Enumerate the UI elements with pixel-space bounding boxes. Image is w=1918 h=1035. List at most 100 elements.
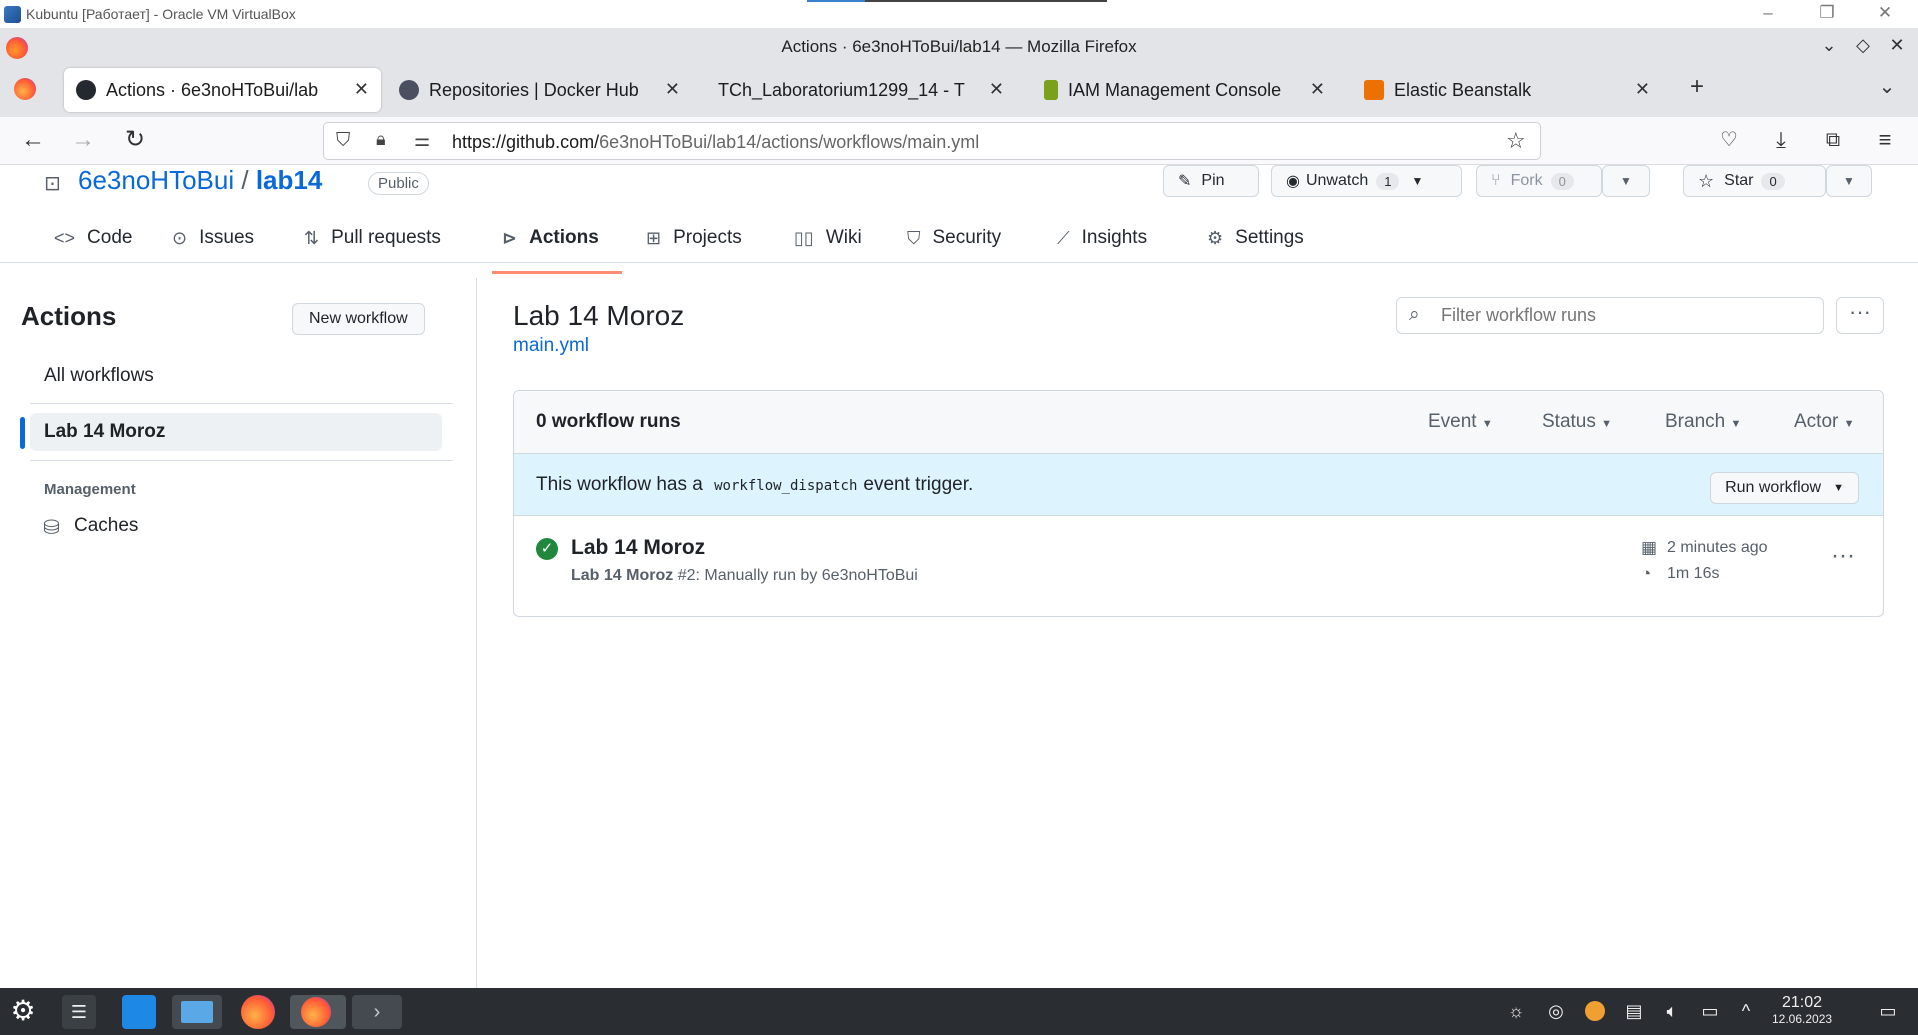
sidebar-item-caches[interactable]: Caches [74,515,138,537]
minimize-icon[interactable]: – [1756,3,1780,23]
close-tab-icon[interactable]: ✕ [989,79,1004,100]
filter-actor[interactable]: Actor ▼ [1794,411,1855,433]
workflow-file-link[interactable]: main.yml [513,335,589,357]
pocket-icon[interactable]: ♡ [1714,126,1744,156]
tray-expand-icon[interactable]: ^ [1736,1001,1756,1021]
tab-insights[interactable]: ⟋ Insights [1057,227,1147,249]
tab-elastic-beanstalk[interactable]: Elastic Beanstalk ✕ [1352,68,1662,112]
back-icon[interactable]: ← [18,126,48,156]
volume-icon[interactable]: 🔈︎ [1662,1001,1682,1021]
workflow-title: Lab 14 Moroz [513,300,685,331]
unwatch-button[interactable]: ◉ Unwatch 1 ▼ [1271,165,1462,197]
filter-input[interactable] [1441,305,1811,326]
close-icon[interactable]: ✕ [1885,35,1909,56]
repo-owner-link[interactable]: 6e3noHToBui [78,165,234,195]
network-icon[interactable]: ▭ [1700,1001,1720,1021]
close-tab-icon[interactable]: ✕ [1310,79,1325,100]
tab-pull-requests[interactable]: ⇅ Pull requests [304,227,441,249]
workflow-run-row[interactable]: ✓ Lab 14 Moroz Lab 14 Moroz #2: Manually… [514,516,1883,616]
lock-icon[interactable]: 🔒︎ [376,129,386,150]
task-files[interactable] [172,995,222,1029]
tab-code[interactable]: <> Code [54,227,132,249]
url-bar[interactable]: ⛉ 🔒︎ ⚌ https://github.com/6e3noHToBui/la… [323,122,1541,160]
tab-docker-hub[interactable]: Repositories | Docker Hub ✕ [387,68,692,112]
selected-indicator [20,417,25,449]
reload-icon[interactable]: ↻ [120,126,150,156]
restore-icon[interactable]: ❐ [1815,3,1839,23]
vpn-icon[interactable]: ◎ [1546,1001,1566,1021]
tab-projects[interactable]: ⊞ Projects [646,227,742,249]
pin-icon: ✎ [1178,173,1192,190]
close-tab-icon[interactable]: ✕ [354,79,369,100]
task-firefox-active[interactable] [290,995,346,1029]
star-button[interactable]: ☆ Star 0 [1683,165,1826,197]
diamond-icon[interactable]: ◇ [1851,35,1875,56]
notifications-icon[interactable]: ☼ [1506,1001,1526,1021]
shield-icon[interactable]: ⛉ [336,130,350,152]
firefox-view-icon[interactable] [14,78,36,100]
download-icon[interactable]: ⤓ [1766,126,1796,156]
fork-label: Fork [1510,172,1543,189]
fork-button[interactable]: ⑂ Fork 0 [1476,165,1602,197]
list-tabs-icon[interactable]: ⌄ [1872,73,1902,103]
firefox-taskbar-icon[interactable] [241,995,275,1029]
run-title-link[interactable]: Lab 14 Moroz [571,536,705,560]
clock[interactable]: 21:02 12.06.2023 [1772,994,1832,1026]
sidebar-item-lab-14-moroz[interactable]: Lab 14 Moroz [44,421,165,443]
tab-iam[interactable]: IAM Management Console ✕ [1032,68,1337,112]
management-heading: Management [44,481,136,498]
star-icon: ☆ [1698,170,1715,191]
run-workflow-button[interactable]: Run workflow ▼ [1710,472,1859,504]
tab-insights-label: Insights [1081,227,1148,248]
close-tab-icon[interactable]: ✕ [665,79,680,100]
more-options-button[interactable]: ··· [1836,297,1884,334]
tab-actions-label: Actions [529,227,599,248]
tab-settings[interactable]: ⚙ Settings [1207,227,1304,249]
store-icon[interactable] [122,995,156,1029]
run-more-icon[interactable]: ··· [1831,542,1855,570]
tab-security[interactable]: ⛉ Security [907,227,1001,249]
star-bookmark-icon[interactable]: ☆ [1506,128,1526,154]
terminal-icon[interactable]: › [352,995,402,1029]
run-duration-text: 1m 16s [1667,565,1720,582]
sidebar-item-all-workflows[interactable]: All workflows [44,365,154,387]
forward-icon[interactable]: → [68,126,98,156]
tab-code-label: Code [87,227,133,248]
filter-status[interactable]: Status ▼ [1542,411,1612,433]
chevron-down-icon[interactable]: ⌄ [1817,35,1841,56]
updates-icon[interactable] [1585,1001,1605,1021]
tab-actions[interactable]: ⊳ Actions [502,227,599,249]
url-text[interactable]: https://github.com/6e3noHToBui/lab14/act… [452,132,979,153]
clipboard-icon[interactable]: ▤ [1624,1001,1644,1021]
github-icon [76,80,96,100]
menu-icon[interactable]: ≡ [1870,126,1900,156]
active-tab-underline [492,271,622,274]
new-tab-icon[interactable]: + [1682,73,1712,103]
filter-workflow-runs[interactable]: ⌕ [1396,297,1824,334]
app-launcher-icon[interactable]: ⚙ [6,995,40,1029]
success-check-icon: ✓ [536,538,558,560]
tab-wiki[interactable]: ▯▯ Wiki [794,227,862,249]
new-workflow-button[interactable]: New workflow [292,303,425,335]
star-dropdown[interactable]: ▼ [1826,165,1872,197]
filter-actor-label: Actor [1794,411,1839,432]
extensions-icon[interactable]: ⧉ [1818,126,1848,156]
repo-name-link[interactable]: lab14 [256,165,323,195]
filter-event[interactable]: Event ▼ [1428,411,1493,433]
tab-security-label: Security [932,227,1002,248]
settings-icon[interactable]: ☰ [62,995,96,1029]
filter-branch[interactable]: Branch ▼ [1665,411,1741,433]
close-window-icon[interactable]: ✕ [1873,3,1897,23]
tab-actions[interactable]: Actions · 6e3noHToBui/lab ✕ [64,68,381,112]
fork-dropdown[interactable]: ▼ [1602,165,1650,197]
show-desktop-icon[interactable]: ▭ [1878,1001,1898,1021]
pin-button[interactable]: ✎ Pin [1163,165,1259,197]
clock-date: 12.06.2023 [1772,1012,1833,1026]
banner-code: workflow_dispatch [714,478,858,494]
tab-issues[interactable]: ⊙ Issues [172,227,254,249]
permissions-icon[interactable]: ⚌ [414,130,430,151]
clock-time: 21:02 [1782,994,1823,1011]
close-tab-icon[interactable]: ✕ [1635,79,1650,100]
tab-laboratorium[interactable]: TCh_Laboratorium1299_14 - T ✕ [706,68,1016,112]
sidebar-divider [476,278,477,988]
